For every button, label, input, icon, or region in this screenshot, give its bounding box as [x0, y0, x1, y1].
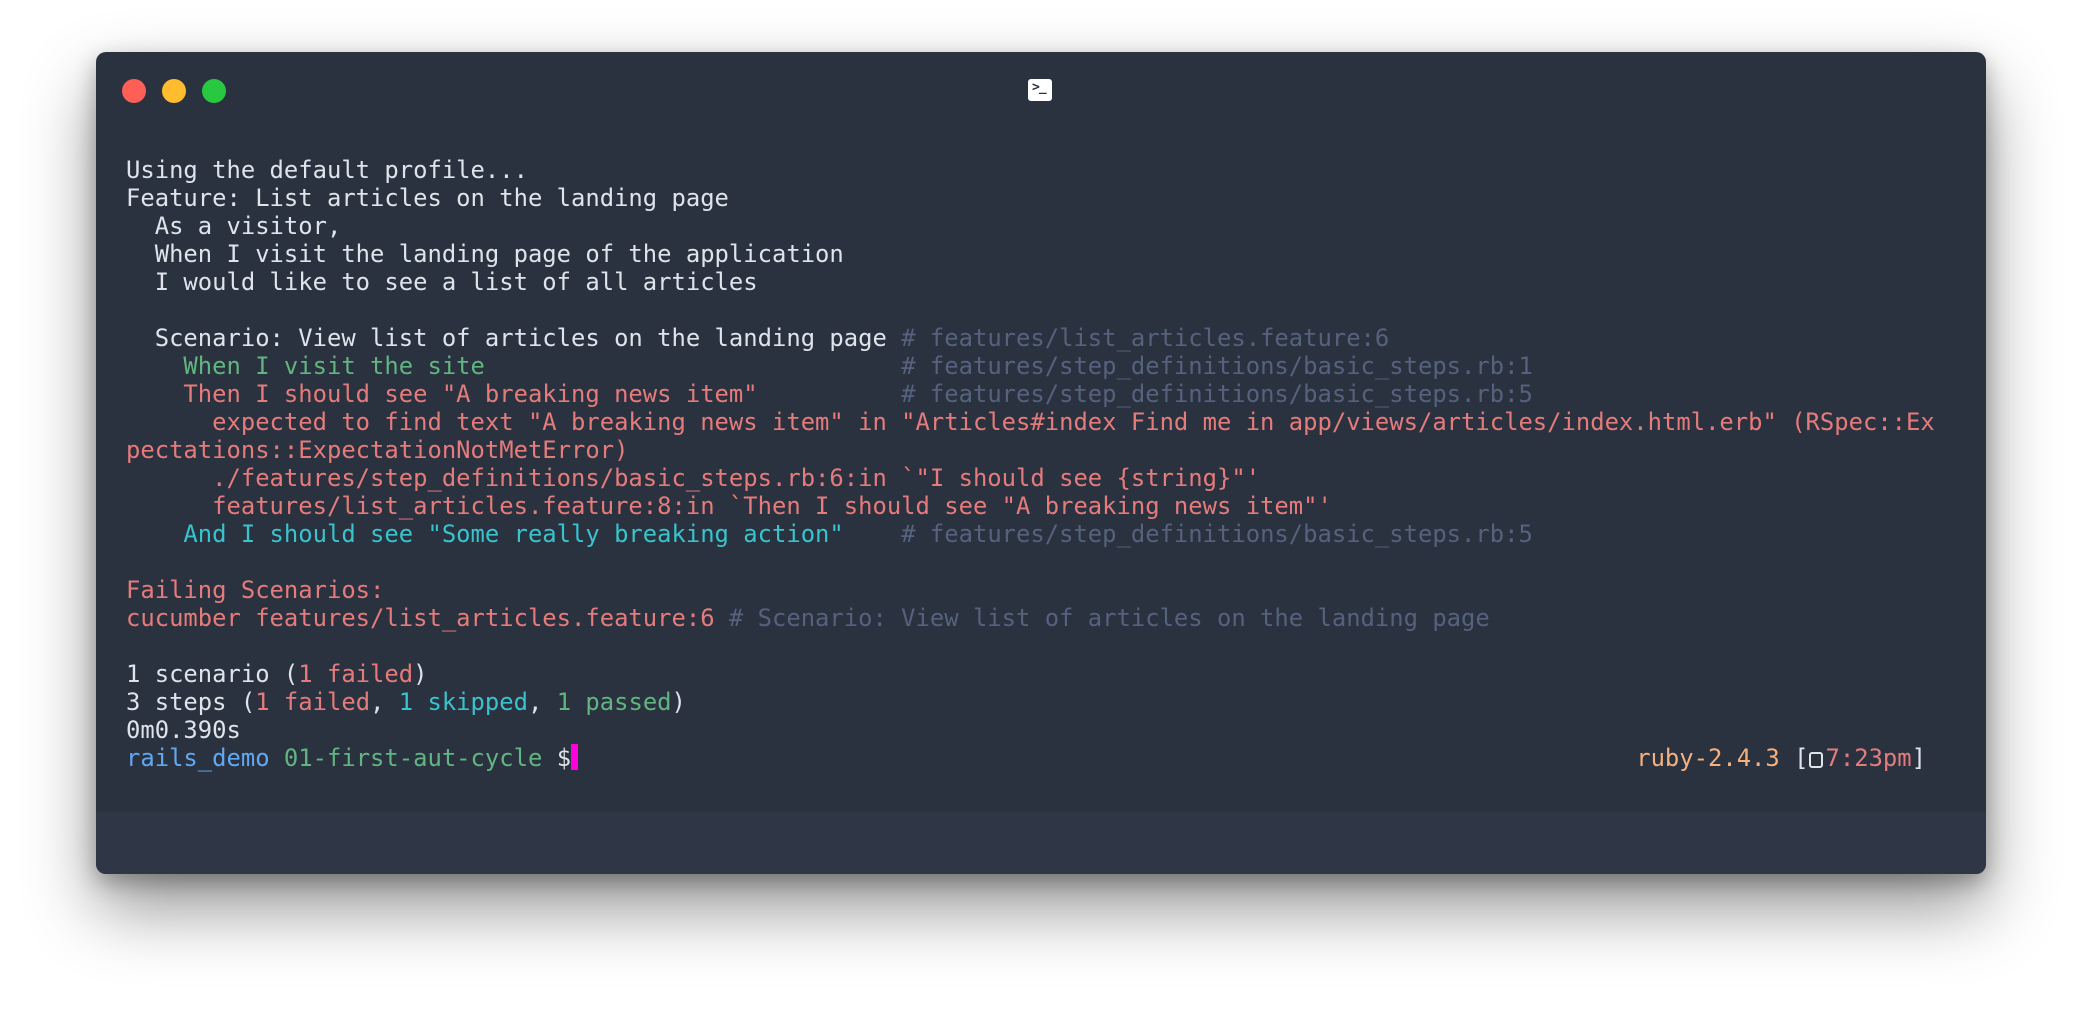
terminal-output[interactable]: Using the default profile... Feature: Lis…: [126, 156, 1966, 796]
terminal-text-segment: Scenario: View list of articles on the l…: [126, 324, 902, 352]
terminal-line: pectations::ExpectationNotMetError): [126, 436, 1966, 464]
terminal-text-segment: ,: [527, 688, 557, 716]
shell-prompt[interactable]: rails_demo 01-first-aut-cycle $ ruby-2.4…: [126, 744, 1966, 772]
terminal-text-segment: # Scenario: View list of articles on the…: [714, 604, 1490, 632]
terminal-line: Failing Scenarios:: [126, 576, 1966, 604]
terminal-line: Then I should see "A breaking news item"…: [126, 380, 1966, 408]
prompt-symbol: $: [556, 744, 572, 772]
terminal-line: 3 steps (1 failed, 1 skipped, 1 passed): [126, 688, 1966, 716]
terminal-text-segment: ./features/step_definitions/basic_steps.…: [126, 464, 1261, 492]
terminal-line: features/list_articles.feature:8:in `The…: [126, 492, 1966, 520]
terminal-text-segment: Failing Scenarios:: [126, 576, 385, 604]
terminal-line: expected to find text "A breaking news i…: [126, 408, 1966, 436]
terminal-line: When I visit the landing page of the app…: [126, 240, 1966, 268]
terminal-text-segment: And I should see "Some really breaking a…: [126, 520, 902, 548]
terminal-window: >_ Using the default profile... Feature: …: [96, 52, 1986, 874]
bracket-open: [: [1794, 744, 1809, 772]
terminal-line: As a visitor,: [126, 212, 1966, 240]
terminal-line: And I should see "Some really breaking a…: [126, 520, 1966, 548]
bracket-close: ]: [1911, 744, 1926, 772]
terminal-text-segment: 0m0.390s: [126, 716, 241, 744]
terminal-text-segment: cucumber features/list_articles.feature:…: [126, 604, 715, 632]
terminal-text-segment: When I visit the landing page of the app…: [126, 240, 844, 268]
text-cursor: [571, 744, 579, 770]
terminal-text-segment: When I visit the site: [126, 352, 902, 380]
terminal-text-segment: 1 failed: [298, 660, 414, 688]
clock-icon: [1808, 752, 1823, 768]
terminal-line: Using the default profile...: [126, 156, 1966, 184]
terminal-line: cucumber features/list_articles.feature:…: [126, 604, 1966, 632]
terminal-icon: >_: [1028, 79, 1052, 101]
terminal-text-segment: # features/step_definitions/basic_steps.…: [901, 520, 1533, 548]
terminal-line: Feature: List articles on the landing pa…: [126, 184, 1966, 212]
terminal-text-segment: # features/step_definitions/basic_steps.…: [901, 380, 1533, 408]
terminal-text-segment: 1 passed: [556, 688, 672, 716]
prompt-directory: rails_demo: [126, 744, 270, 772]
prompt-left: rails_demo 01-first-aut-cycle $: [126, 744, 579, 772]
zoom-window-button[interactable]: [202, 79, 226, 103]
terminal-line: ./features/step_definitions/basic_steps.…: [126, 464, 1966, 492]
terminal-text-segment: pectations::ExpectationNotMetError): [126, 436, 629, 464]
close-window-button[interactable]: [122, 79, 146, 103]
prompt-time: 7:23pm: [1825, 744, 1912, 772]
terminal-line: 1 scenario (1 failed): [126, 660, 1966, 688]
terminal-line: When I visit the site # features/step_de…: [126, 352, 1966, 380]
terminal-text-segment: # features/list_articles.feature:6: [901, 324, 1390, 352]
terminal-text-segment: I would like to see a list of all articl…: [126, 268, 758, 296]
minimize-window-button[interactable]: [162, 79, 186, 103]
terminal-text-segment: As a visitor,: [126, 212, 342, 240]
terminal-line: 0m0.390s: [126, 716, 1966, 744]
terminal-text-segment: 3 steps (: [126, 688, 256, 716]
terminal-text-segment: Feature: List articles on the landing pa…: [126, 184, 729, 212]
terminal-text-segment: 1 scenario (: [126, 660, 299, 688]
terminal-text-segment: # features/step_definitions/basic_steps.…: [901, 352, 1533, 380]
terminal-text-segment: expected to find text "A breaking news i…: [126, 408, 1935, 436]
terminal-text-segment: ,: [370, 688, 399, 716]
prompt-git-branch: 01-first-aut-cycle: [283, 744, 543, 772]
ruby-version: ruby-2.4.3: [1636, 744, 1780, 772]
terminal-text-segment: 1 skipped: [398, 688, 528, 716]
footer-strip: [96, 812, 1986, 874]
terminal-text-segment: Then I should see "A breaking news item": [126, 380, 902, 408]
terminal-text-segment: features/list_articles.feature:8:in `The…: [126, 492, 1332, 520]
terminal-text-segment: ): [671, 688, 686, 716]
terminal-text-segment: ): [413, 660, 428, 688]
terminal-line: I would like to see a list of all articl…: [126, 268, 1966, 296]
prompt-right: ruby-2.4.3 [7:23pm]: [1636, 744, 1926, 772]
output-lines: Using the default profile... Feature: Lis…: [126, 156, 1966, 744]
terminal-text-segment: 1 failed: [255, 688, 371, 716]
terminal-line: Scenario: View list of articles on the l…: [126, 324, 1966, 352]
terminal-text-segment: Using the default profile...: [126, 156, 528, 184]
